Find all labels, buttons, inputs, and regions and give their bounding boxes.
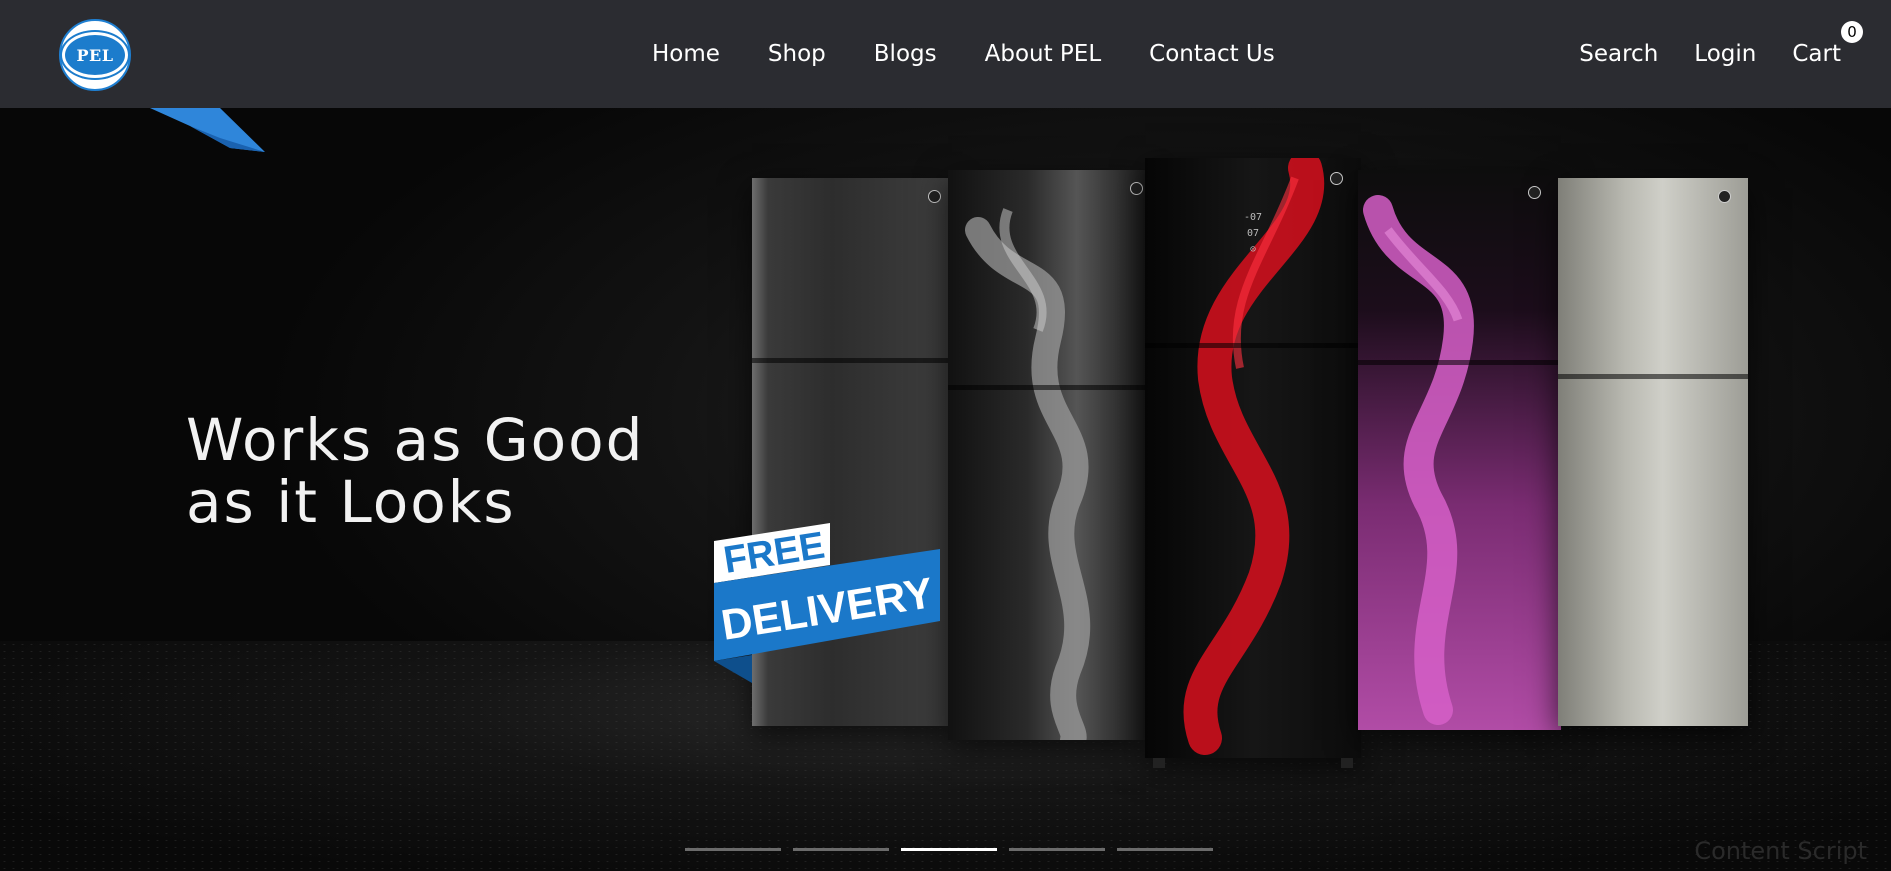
free-delivery-badge: FREE DELIVERY (714, 523, 940, 683)
display-fridge-temp: 07 (1246, 228, 1260, 239)
brand-badge-icon (928, 190, 941, 203)
carousel-indicator-3-active[interactable] (901, 848, 997, 851)
fridge-foot (1341, 758, 1353, 768)
grey-swirl-graphic (965, 208, 1091, 740)
temperature-display: -07 07 ⊙ (1240, 210, 1266, 290)
nav-shop[interactable]: Shop (768, 41, 826, 67)
door-split (1358, 360, 1561, 365)
magenta-swirl-graphic (1363, 195, 1474, 725)
hero-banner[interactable]: Works as Good as it Looks -07 07 ⊙ FREE … (0, 108, 1891, 871)
blue-arrow-graphic (150, 108, 265, 152)
pel-logo[interactable]: PEL (59, 19, 131, 91)
carousel-indicators (685, 848, 1213, 851)
brand-badge-icon (1528, 186, 1541, 199)
door-split (1558, 374, 1748, 379)
door-split (752, 358, 952, 363)
cart-link[interactable]: Cart 0 (1792, 21, 1863, 67)
cart-label: Cart (1792, 41, 1841, 67)
door-split (1145, 343, 1361, 348)
carousel-indicator-1[interactable] (685, 848, 781, 851)
fridge-magenta-swirl (1358, 170, 1561, 730)
door-split (948, 385, 1146, 390)
main-navigation: Home Shop Blogs About PEL Contact Us (652, 0, 1323, 108)
fridge-foot (1153, 758, 1165, 768)
nav-blogs[interactable]: Blogs (874, 41, 937, 67)
carousel-indicator-4[interactable] (1009, 848, 1105, 851)
brand-badge-icon (1330, 172, 1343, 185)
utility-navigation: Search Login Cart 0 (1543, 0, 1863, 108)
hero-headline: Works as Good as it Looks (186, 405, 645, 536)
carousel-indicator-2[interactable] (793, 848, 889, 851)
nav-home[interactable]: Home (652, 41, 720, 67)
login-link[interactable]: Login (1694, 41, 1756, 67)
fridge-black-grey-swirl (948, 170, 1146, 740)
logo-emblem: PEL (62, 32, 128, 78)
brand-badge-icon (1718, 190, 1731, 203)
content-script-overlay: Content Script (1694, 837, 1867, 865)
display-mode-icon: ⊙ (1249, 244, 1257, 255)
search-link[interactable]: Search (1579, 41, 1658, 67)
carousel-indicator-5[interactable] (1117, 848, 1213, 851)
brand-badge-icon (1130, 182, 1143, 195)
nav-about-pel[interactable]: About PEL (985, 41, 1102, 67)
fridge-black-red-swirl: -07 07 ⊙ (1145, 158, 1361, 768)
logo-text: PEL (76, 45, 114, 65)
cart-count-badge: 0 (1841, 21, 1863, 43)
site-header: PEL Home Shop Blogs About PEL Contact Us… (0, 0, 1891, 108)
nav-contact-us[interactable]: Contact Us (1149, 41, 1275, 67)
display-freezer-temp: -07 (1243, 212, 1263, 223)
fridge-silver (1558, 178, 1748, 726)
